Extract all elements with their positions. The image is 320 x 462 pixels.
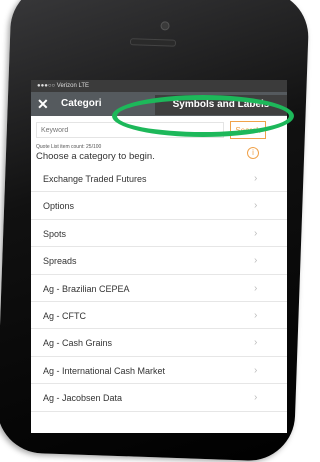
category-label: Ag - International Cash Market <box>43 365 166 376</box>
speaker-grille <box>129 38 177 47</box>
category-label: Ag - Cash Grains <box>43 338 113 349</box>
category-row[interactable]: Ag - Brazilian CEPEA › <box>31 275 287 302</box>
chevron-right-icon: › <box>254 337 258 349</box>
category-label: Ag - Brazilian CEPEA <box>43 283 130 294</box>
category-row[interactable]: Ag - Cash Grains › <box>31 329 287 357</box>
chevron-right-icon: › <box>254 200 258 212</box>
category-label: Spots <box>43 228 67 239</box>
status-bar: ●●●○○ Verizon LTE <box>31 80 287 92</box>
chevron-right-icon: › <box>254 364 258 376</box>
category-label: Options <box>43 201 75 212</box>
chevron-right-icon: › <box>254 282 258 294</box>
category-row[interactable]: Spreads › <box>31 247 287 275</box>
highlight-oval <box>112 95 294 137</box>
info-icon[interactable]: i <box>247 147 259 159</box>
choose-category-prompt: Choose a category to begin. <box>36 151 155 162</box>
chevron-right-icon: › <box>254 309 258 321</box>
category-label: Ag - Jacobsen Data <box>43 393 123 404</box>
chevron-right-icon: › <box>254 255 258 267</box>
camera-icon <box>160 21 170 31</box>
category-row[interactable]: Ag - Jacobsen Data › <box>31 384 287 412</box>
category-row[interactable]: Spots › <box>31 220 287 248</box>
quote-list-count: Quote List item count: 25/100 <box>36 144 102 150</box>
category-label: Exchange Traded Futures <box>43 174 147 184</box>
chevron-right-icon: › <box>254 392 258 404</box>
chevron-right-icon: › <box>254 227 258 239</box>
category-row[interactable]: Ag - International Cash Market › <box>31 357 287 385</box>
category-row[interactable]: Options › <box>31 192 287 220</box>
category-list: Exchange Traded Futures › Options › Spots › Sp… <box>31 165 287 412</box>
chevron-right-icon: › <box>254 173 258 184</box>
category-row[interactable]: Exchange Traded Futures › <box>31 165 287 193</box>
category-row[interactable]: Ag - CFTC › <box>31 302 287 330</box>
nav-title: Categori <box>61 98 102 109</box>
close-icon[interactable]: ✕ <box>37 95 49 113</box>
category-label: Spreads <box>43 256 77 267</box>
category-label: Ag - CFTC <box>43 310 87 321</box>
